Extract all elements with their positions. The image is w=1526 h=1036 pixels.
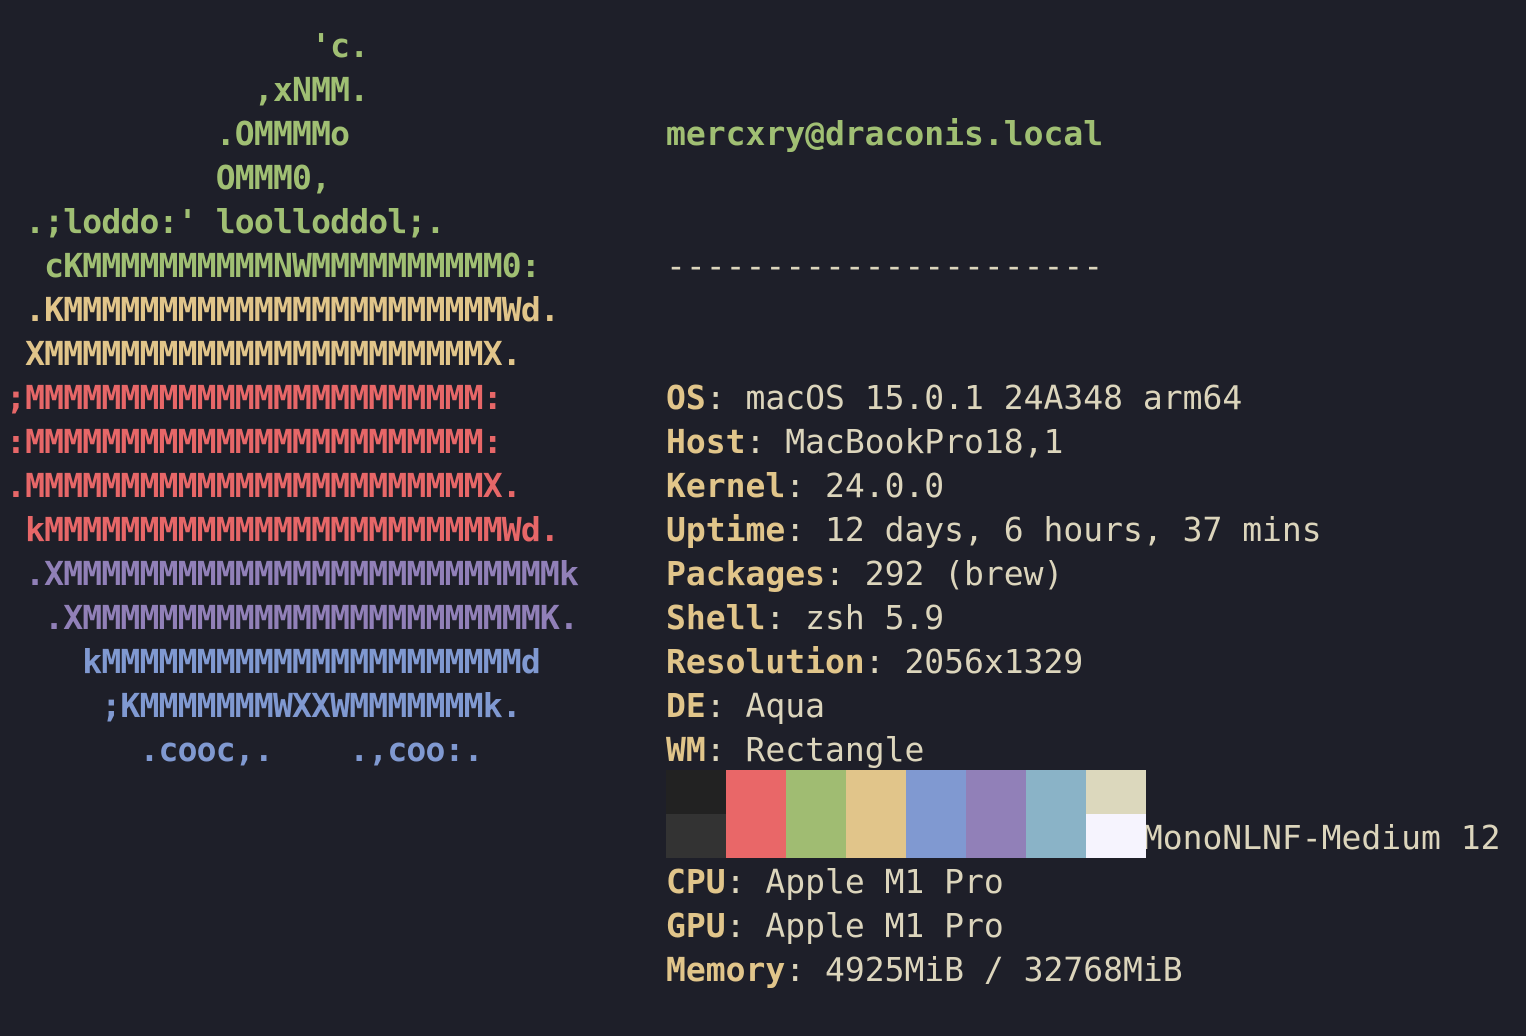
info-row: Kernel: 24.0.0 xyxy=(666,464,1500,508)
info-key: DE xyxy=(666,686,706,725)
info-key-separator: : xyxy=(824,554,865,593)
logo-line: 'c. xyxy=(6,26,369,65)
info-key: OS xyxy=(666,378,706,417)
logo-line: .MMMMMMMMMMMMMMMMMMMMMMMMX. xyxy=(6,466,522,505)
info-key-separator: : xyxy=(785,510,825,549)
info-value: 12 days, 6 hours, 37 mins xyxy=(824,510,1322,549)
info-key: Kernel xyxy=(666,466,786,505)
user-host: mercxry@draconis.local xyxy=(666,114,1104,153)
info-key: Memory xyxy=(666,950,786,989)
color-swatch-normal-7 xyxy=(1086,770,1146,814)
info-key: CPU xyxy=(666,862,726,901)
logo-line: ,xNMM. xyxy=(6,70,369,109)
logo-line: .XMMMMMMMMMMMMMMMMMMMMMMMMK. xyxy=(6,598,579,637)
system-info: mercxry@draconis.local -----------------… xyxy=(666,24,1500,1036)
logo-line: .;loddo:' loolloddol;. xyxy=(6,202,445,241)
color-swatch-bright-3 xyxy=(846,814,906,858)
color-swatch-normal-2 xyxy=(786,770,846,814)
info-key-separator: : xyxy=(705,730,746,769)
info-key-separator: : xyxy=(725,906,766,945)
info-value: Apple M1 Pro xyxy=(765,906,1004,945)
info-value: Aqua xyxy=(745,686,825,725)
info-key-separator: : xyxy=(785,950,825,989)
color-palette xyxy=(666,770,1146,858)
logo-line: ;MMMMMMMMMMMMMMMMMMMMMMMM: xyxy=(6,378,503,417)
logo-line: .cooc,. .,coo:. xyxy=(6,730,483,769)
info-value: Apple M1 Pro xyxy=(765,862,1004,901)
color-swatch-bright-6 xyxy=(1026,814,1086,858)
info-value: macOS 15.0.1 24A348 arm64 xyxy=(745,378,1243,417)
info-key: Uptime xyxy=(666,510,786,549)
info-row: DE: Aqua xyxy=(666,684,1500,728)
logo-line: :MMMMMMMMMMMMMMMMMMMMMMMM: xyxy=(6,422,503,461)
color-swatch-normal-4 xyxy=(906,770,966,814)
info-value: 4925MiB / 32768MiB xyxy=(824,950,1183,989)
logo-line: OMMM0, xyxy=(6,158,331,197)
info-row: Memory: 4925MiB / 32768MiB xyxy=(666,948,1500,992)
color-swatch-normal-3 xyxy=(846,770,906,814)
color-swatch-bright-2 xyxy=(786,814,846,858)
logo-line: XMMMMMMMMMMMMMMMMMMMMMMMX. xyxy=(6,334,522,373)
color-swatch-normal-1 xyxy=(726,770,786,814)
info-value: 2056x1329 xyxy=(904,642,1084,681)
color-swatch-bright-4 xyxy=(906,814,966,858)
info-key-separator: : xyxy=(725,862,766,901)
info-row: Packages: 292 (brew) xyxy=(666,552,1500,596)
info-key-separator: : xyxy=(705,686,746,725)
info-key-separator: : xyxy=(765,598,806,637)
info-row: Uptime: 12 days, 6 hours, 37 mins xyxy=(666,508,1500,552)
info-row: CPU: Apple M1 Pro xyxy=(666,860,1500,904)
info-key: GPU xyxy=(666,906,726,945)
info-key-separator: : xyxy=(864,642,905,681)
info-row: GPU: Apple M1 Pro xyxy=(666,904,1500,948)
info-row: WM: Rectangle xyxy=(666,728,1500,772)
logo-line: .XMMMMMMMMMMMMMMMMMMMMMMMMMMk xyxy=(6,554,579,593)
info-key-separator: : xyxy=(745,422,786,461)
info-key-separator: : xyxy=(705,378,746,417)
color-swatch-bright-0 xyxy=(666,814,726,858)
logo-line: cKMMMMMMMMMMNWMMMMMMMMMM0: xyxy=(6,246,541,285)
color-swatch-bright-5 xyxy=(966,814,1026,858)
info-key: WM xyxy=(666,730,706,769)
color-swatch-bright-7 xyxy=(1086,814,1146,858)
logo-line: .OMMMMo xyxy=(6,114,350,153)
color-swatch-normal-5 xyxy=(966,770,1026,814)
separator-line: ---------------------- xyxy=(666,246,1104,285)
color-swatch-normal-6 xyxy=(1026,770,1086,814)
info-row: Host: MacBookPro18,1 xyxy=(666,420,1500,464)
ascii-logo: 'c. ,xNMM. .OMMMMo OMMM0, .;loddo:' lool… xyxy=(6,24,579,772)
info-key: Packages xyxy=(666,554,825,593)
info-row: Resolution: 2056x1329 xyxy=(666,640,1500,684)
info-key-separator: : xyxy=(785,466,825,505)
info-value: zsh 5.9 xyxy=(805,598,945,637)
logo-line: ;KMMMMMMMWXXWMMMMMMMk. xyxy=(6,686,521,725)
info-value: Rectangle xyxy=(745,730,925,769)
info-row: OS: macOS 15.0.1 24A348 arm64 xyxy=(666,376,1500,420)
logo-line: kMMMMMMMMMMMMMMMMMMMMMMMMWd. xyxy=(6,510,560,549)
info-value: 24.0.0 xyxy=(824,466,945,505)
logo-line: kMMMMMMMMMMMMMMMMMMMMMMd xyxy=(6,642,540,681)
color-swatch-normal-0 xyxy=(666,770,726,814)
color-swatch-bright-1 xyxy=(726,814,786,858)
logo-line: .KMMMMMMMMMMMMMMMMMMMMMMMWd. xyxy=(6,290,560,329)
info-key: Resolution xyxy=(666,642,865,681)
info-key: Host xyxy=(666,422,746,461)
info-value: 292 (brew) xyxy=(864,554,1064,593)
info-row: Shell: zsh 5.9 xyxy=(666,596,1500,640)
info-value: MacBookPro18,1 xyxy=(785,422,1064,461)
info-key: Shell xyxy=(666,598,766,637)
